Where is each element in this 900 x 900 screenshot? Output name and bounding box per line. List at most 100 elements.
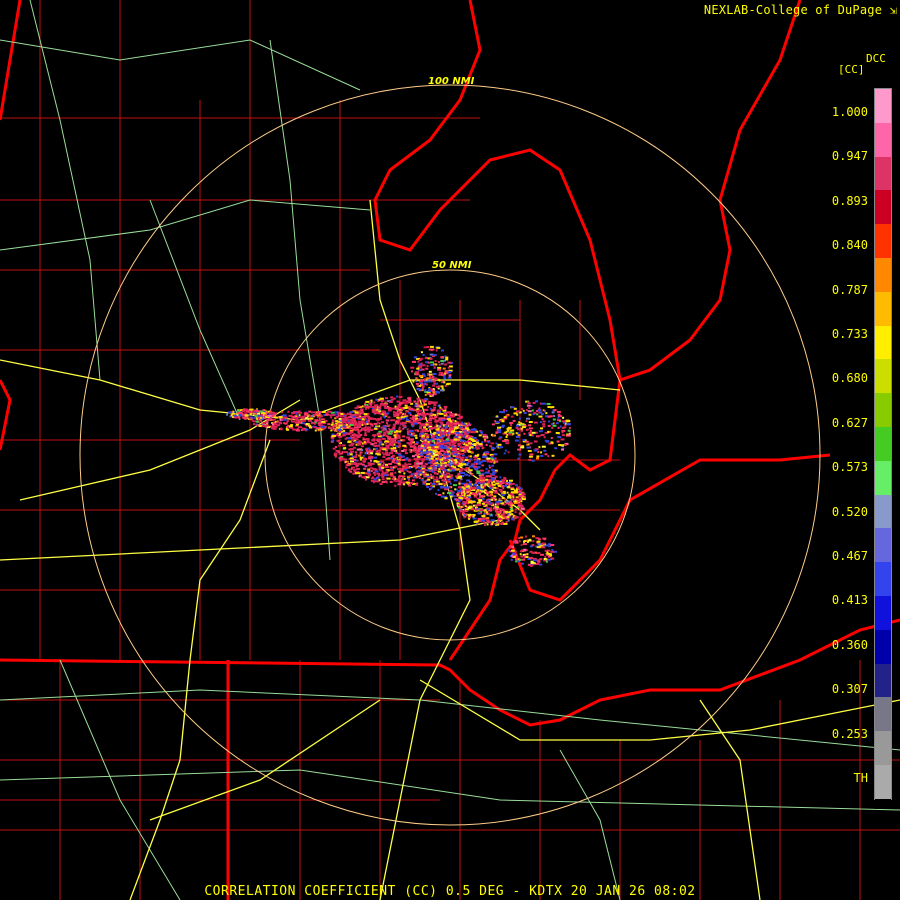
- legend-tick-label: 0.467: [831, 549, 868, 563]
- echo-pixel: [545, 558, 548, 561]
- echo-pixel: [385, 457, 388, 460]
- echo-pixel: [530, 560, 534, 563]
- echo-pixel: [414, 429, 418, 432]
- echo-pixel: [486, 457, 491, 460]
- echo-pixel: [468, 430, 471, 433]
- echo-pixel: [494, 510, 498, 513]
- echo-pixel: [520, 424, 523, 427]
- echo-pixel: [354, 472, 357, 475]
- echo-pixel: [387, 457, 391, 460]
- echo-pixel: [420, 351, 423, 354]
- echo-pixel: [444, 408, 447, 410]
- echo-pixel: [344, 417, 349, 419]
- echo-pixel: [506, 491, 509, 494]
- echo-pixel: [444, 470, 447, 473]
- echo-pixel: [344, 451, 348, 454]
- echo-pixel: [507, 549, 510, 552]
- ring-label-50: 50 NMI: [432, 260, 472, 271]
- echo-pixel: [313, 426, 316, 429]
- echo-pixel: [498, 518, 502, 520]
- echo-pixel: [442, 440, 445, 443]
- echo-pixel: [381, 476, 385, 479]
- radar-map[interactable]: 100 NMI 50 NMI: [0, 0, 900, 900]
- echo-pixel: [382, 453, 387, 456]
- echo-pixel: [521, 492, 525, 495]
- echo-pixel: [520, 543, 523, 546]
- echo-pixel: [544, 555, 547, 558]
- echo-pixel: [423, 346, 427, 349]
- echo-pixel: [430, 402, 434, 404]
- echo-pixel: [435, 443, 440, 446]
- echo-pixel: [427, 441, 430, 443]
- echo-pixel: [346, 426, 349, 429]
- echo-pixel: [415, 483, 419, 486]
- echo-pixel: [458, 475, 462, 478]
- echo-pixel: [366, 423, 369, 425]
- echo-pixel: [368, 452, 370, 455]
- echo-pixel: [462, 449, 465, 452]
- echo-pixel: [439, 425, 442, 428]
- echo-pixel: [504, 498, 507, 501]
- echo-pixel: [430, 428, 433, 431]
- echo-pixel: [497, 513, 500, 516]
- echo-pixel: [483, 521, 486, 524]
- echo-pixel: [413, 400, 416, 403]
- echo-pixel: [412, 455, 415, 458]
- echo-pixel: [539, 421, 542, 423]
- echo-pixel: [526, 404, 531, 407]
- echo-pixel: [413, 419, 417, 422]
- echo-pixel: [486, 511, 488, 514]
- echo-pixel: [477, 453, 480, 456]
- legend-tick-label: 0.627: [831, 415, 868, 430]
- echo-pixel: [502, 515, 507, 518]
- echo-pixel: [288, 425, 293, 428]
- echo-pixel: [316, 411, 321, 413]
- echo-pixel: [551, 442, 554, 445]
- echo-pixel: [442, 492, 445, 495]
- color-scale-bar: [874, 88, 892, 809]
- echo-pixel: [433, 366, 436, 369]
- echo-pixel: [433, 403, 437, 406]
- scale-swatch: [875, 494, 891, 529]
- echo-pixel: [498, 508, 503, 511]
- echo-pixel: [490, 473, 495, 476]
- echo-pixel: [504, 449, 507, 452]
- echo-pixel: [445, 486, 450, 489]
- echo-pixel: [444, 497, 448, 500]
- echo-pixel: [454, 459, 457, 462]
- echo-pixel: [433, 444, 436, 447]
- echo-pixel: [314, 420, 318, 422]
- echo-pixel: [453, 479, 458, 482]
- echo-pixel: [536, 455, 540, 458]
- echo-pixel: [544, 439, 548, 442]
- echo-pixel: [303, 428, 305, 431]
- echo-pixel: [546, 552, 550, 555]
- echo-pixel: [390, 396, 394, 399]
- echo-pixel: [465, 427, 470, 430]
- echo-pixel: [564, 444, 567, 446]
- echo-pixel: [485, 475, 489, 478]
- echo-pixel: [491, 423, 495, 426]
- echo-pixel: [434, 446, 439, 449]
- echo-pixel: [332, 428, 336, 431]
- echo-pixel: [536, 457, 539, 460]
- echo-pixel: [309, 417, 314, 420]
- echo-pixel: [542, 420, 546, 423]
- echo-pixel: [541, 418, 544, 421]
- echo-pixel: [374, 456, 377, 459]
- echo-pixel: [528, 421, 533, 423]
- echo-pixel: [464, 510, 469, 513]
- product-caption: CORRELATION COEFFICIENT (CC) 0.5 DEG - K…: [204, 884, 696, 899]
- echo-pixel: [566, 423, 571, 426]
- echo-pixel: [518, 453, 522, 456]
- echo-pixel: [486, 499, 491, 502]
- echo-pixel: [561, 431, 564, 434]
- echo-pixel: [463, 516, 467, 519]
- credit-label: NEXLAB-College of DuPage ⇲: [704, 3, 897, 17]
- echo-pixel: [370, 459, 372, 462]
- echo-pixel: [404, 412, 407, 415]
- echo-pixel: [512, 432, 515, 435]
- echo-pixel: [271, 418, 276, 421]
- echo-pixel: [511, 549, 515, 552]
- echo-pixel: [450, 431, 454, 433]
